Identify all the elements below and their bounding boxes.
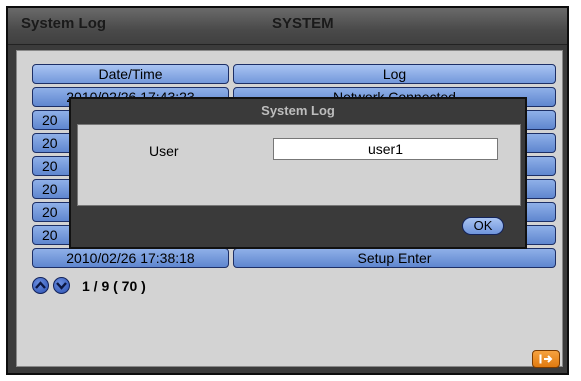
dialog-title: System Log [261, 103, 335, 118]
user-label: User [149, 143, 179, 159]
dialog-body: User user1 [77, 124, 521, 206]
header-datetime[interactable]: Date/Time [32, 64, 229, 84]
page-up-button[interactable] [32, 277, 49, 294]
section-title: SYSTEM [272, 15, 334, 32]
exit-icon [539, 354, 553, 364]
header-log[interactable]: Log [233, 64, 556, 84]
window-title: System Log [21, 15, 107, 32]
user-field[interactable]: user1 [273, 138, 498, 160]
title-bar: System Log SYSTEM [8, 8, 567, 45]
table-row-log[interactable]: Setup Enter [233, 248, 556, 268]
page-indicator: 1 / 9 ( 70 ) [82, 278, 146, 294]
page-down-button[interactable] [53, 277, 70, 294]
up-arrow-icon [35, 281, 46, 289]
down-arrow-icon [56, 282, 67, 290]
table-row-datetime[interactable]: 2010/02/26 17:38:18 [32, 248, 229, 268]
system-log-dialog: System Log User user1 OK [69, 97, 527, 249]
exit-button[interactable] [532, 350, 560, 368]
ok-button[interactable]: OK [462, 217, 504, 235]
